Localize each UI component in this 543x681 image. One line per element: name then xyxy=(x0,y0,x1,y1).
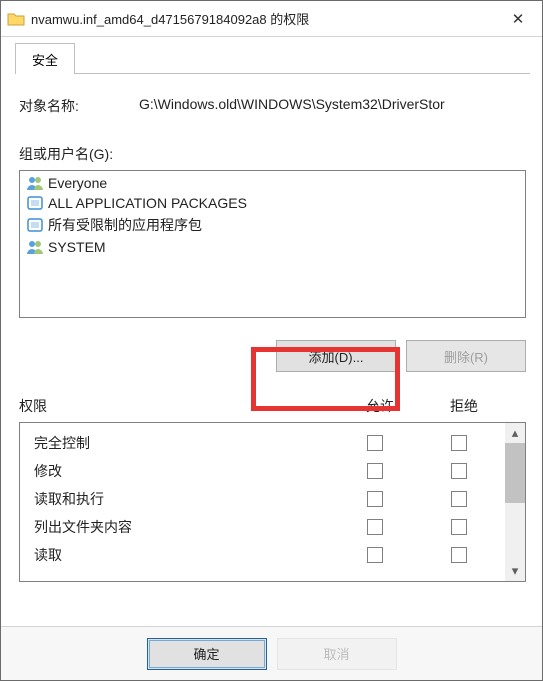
scroll-up-icon[interactable]: ▴ xyxy=(505,423,525,443)
deny-checkbox[interactable] xyxy=(451,491,467,507)
object-name-value: G:\Windows.old\WINDOWS\System32\DriverSt… xyxy=(139,96,526,116)
allow-checkbox[interactable] xyxy=(367,435,383,451)
users-icon xyxy=(26,239,44,255)
group-name: Everyone xyxy=(48,175,107,191)
permissions-dialog: nvamwu.inf_amd64_d4715679184092a8 的权限 ✕ … xyxy=(0,0,543,681)
group-buttons-row: 添加(D)... 删除(R) xyxy=(15,318,530,372)
allow-checkbox[interactable] xyxy=(367,491,383,507)
ok-button[interactable]: 确定 xyxy=(147,638,267,670)
tab-security[interactable]: 安全 xyxy=(15,43,75,74)
close-icon: ✕ xyxy=(512,10,525,28)
window-title: nvamwu.inf_amd64_d4715679184092a8 的权限 xyxy=(31,9,494,28)
deny-checkbox[interactable] xyxy=(451,519,467,535)
perm-name: 修改 xyxy=(34,461,333,481)
deny-checkbox[interactable] xyxy=(451,463,467,479)
remove-button: 删除(R) xyxy=(406,340,526,372)
permissions-list: 完全控制 修改 读取和执行 列出文件夹内 xyxy=(20,423,505,581)
cancel-button[interactable]: 取消 xyxy=(277,638,397,670)
groups-label: 组或用户名(G): xyxy=(15,116,530,170)
allow-checkbox[interactable] xyxy=(367,547,383,563)
tab-security-label: 安全 xyxy=(32,53,58,68)
deny-checkbox[interactable] xyxy=(451,435,467,451)
dialog-body: 安全 对象名称: G:\Windows.old\WINDOWS\System32… xyxy=(1,37,542,626)
users-icon xyxy=(26,175,44,191)
group-name: SYSTEM xyxy=(48,239,106,255)
object-name-label: 对象名称: xyxy=(19,96,139,116)
ok-button-label: 确定 xyxy=(193,644,219,663)
perm-row: 完全控制 xyxy=(34,429,501,457)
package-icon xyxy=(26,195,44,211)
permissions-list-container: 完全控制 修改 读取和执行 列出文件夹内 xyxy=(19,422,526,582)
perm-header-name: 权限 xyxy=(19,396,338,416)
allow-checkbox[interactable] xyxy=(367,463,383,479)
close-button[interactable]: ✕ xyxy=(494,1,542,36)
perm-name: 读取 xyxy=(34,545,333,565)
security-panel: 对象名称: G:\Windows.old\WINDOWS\System32\Dr… xyxy=(15,73,530,625)
perm-name: 列出文件夹内容 xyxy=(34,517,333,537)
titlebar: nvamwu.inf_amd64_d4715679184092a8 的权限 ✕ xyxy=(1,1,542,37)
tab-strip: 安全 xyxy=(1,37,542,74)
perm-header-allow: 允许 xyxy=(338,396,422,416)
permissions-header: 权限 允许 拒绝 xyxy=(15,372,530,422)
group-name: 所有受限制的应用程序包 xyxy=(48,215,202,235)
perm-row: 列出文件夹内容 xyxy=(34,513,501,541)
group-name: ALL APPLICATION PACKAGES xyxy=(48,195,247,211)
perm-row: 读取和执行 xyxy=(34,485,501,513)
add-button[interactable]: 添加(D)... xyxy=(276,340,396,372)
list-item[interactable]: Everyone xyxy=(20,173,525,193)
dialog-footer: 确定 取消 xyxy=(1,626,542,680)
object-name-row: 对象名称: G:\Windows.old\WINDOWS\System32\Dr… xyxy=(15,82,530,116)
groups-list[interactable]: Everyone ALL APPLICATION PACKAGES 所有受限制的… xyxy=(19,170,526,318)
list-item[interactable]: 所有受限制的应用程序包 xyxy=(20,213,525,237)
perm-header-deny: 拒绝 xyxy=(422,396,506,416)
list-item[interactable]: SYSTEM xyxy=(20,237,525,257)
perm-name: 完全控制 xyxy=(34,433,333,453)
scroll-down-icon[interactable]: ▾ xyxy=(505,561,525,581)
cancel-button-label: 取消 xyxy=(323,644,349,663)
folder-icon xyxy=(7,10,25,28)
deny-checkbox[interactable] xyxy=(451,547,467,563)
add-button-label: 添加(D)... xyxy=(309,347,364,366)
package-icon xyxy=(26,217,44,233)
perm-row: 读取 xyxy=(34,541,501,569)
scroll-thumb[interactable] xyxy=(505,443,525,503)
allow-checkbox[interactable] xyxy=(367,519,383,535)
perm-name: 读取和执行 xyxy=(34,489,333,509)
scroll-track-space[interactable] xyxy=(505,503,525,561)
scrollbar[interactable]: ▴ ▾ xyxy=(505,423,525,581)
list-item[interactable]: ALL APPLICATION PACKAGES xyxy=(20,193,525,213)
perm-row: 修改 xyxy=(34,457,501,485)
remove-button-label: 删除(R) xyxy=(444,347,488,366)
